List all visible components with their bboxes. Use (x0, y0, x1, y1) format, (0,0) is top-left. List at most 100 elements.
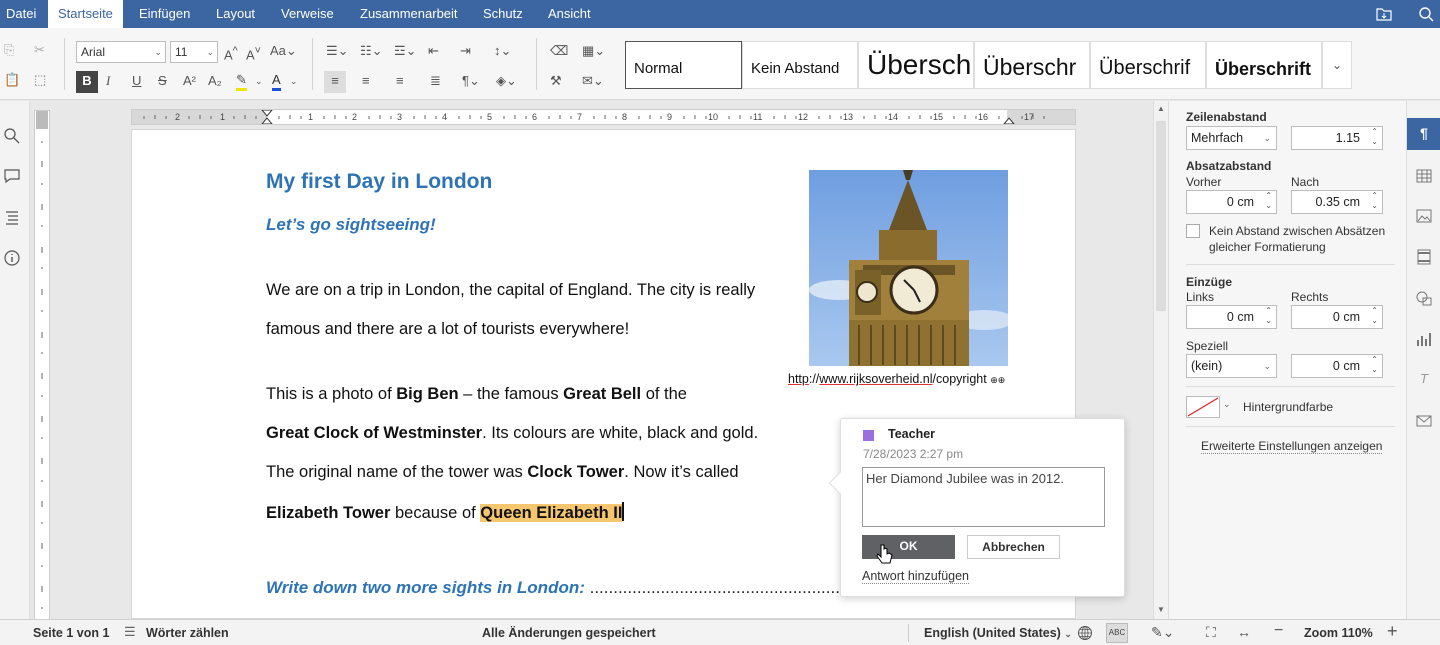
paragraph-line[interactable]: This is a photo of Big Ben – the famous … (266, 385, 687, 404)
fit-page-icon[interactable]: ⛶ (1206, 624, 1216, 641)
mail-merge-icon[interactable] (1415, 412, 1433, 430)
shrink-font-button[interactable]: A˅ (246, 41, 261, 65)
fit-width-icon[interactable]: ↔ (1237, 624, 1251, 640)
line-spacing-value-input[interactable]: 1.15 ⌃ ⌄ (1291, 126, 1383, 150)
paragraph-line[interactable]: famous and there are a lot of tourists e… (266, 320, 629, 339)
multilevel-list-icon[interactable]: ☲⌄ (394, 41, 417, 61)
navigation-icon[interactable] (3, 208, 21, 226)
highlight-dropdown-icon[interactable]: ⌄ (255, 71, 263, 91)
zoom-out-button[interactable]: − (1274, 622, 1283, 640)
style-kein-abstand[interactable]: Kein Abstand (742, 41, 858, 89)
style-heading-4[interactable]: Überschrift (1206, 41, 1322, 89)
font-name-select[interactable]: Arial ⌄ (76, 41, 166, 63)
tab-datei[interactable]: Datei (0, 0, 46, 28)
bullet-list-icon[interactable]: ☰⌄ (326, 41, 349, 61)
comment-textarea[interactable]: Her Diamond Jubilee was in 2012. (862, 467, 1105, 527)
justify-icon[interactable]: ≣ (430, 71, 441, 91)
copy-icon[interactable]: ⎘ (4, 40, 14, 60)
document-subtitle[interactable]: Let’s go sightseeing! (266, 215, 436, 235)
style-heading-1[interactable]: Übersch (858, 41, 974, 89)
grow-font-button[interactable]: A^ (224, 41, 238, 65)
superscript-button[interactable]: A² (183, 71, 196, 91)
no-space-checkbox[interactable] (1186, 224, 1200, 238)
add-reply-link[interactable]: Antwort hinzufügen (862, 569, 970, 584)
style-heading-3[interactable]: Überschrif (1090, 41, 1206, 89)
paragraph-line[interactable]: Elizabeth Tower because of Queen Elizabe… (266, 502, 625, 523)
change-case-button[interactable]: Aa⌄ (270, 41, 297, 61)
subscript-button[interactable]: A₂ (208, 71, 222, 91)
borders-icon[interactable]: ▦⌄ (582, 41, 605, 61)
paragraph-line[interactable]: We are on a trip in London, the capital … (266, 281, 755, 300)
align-right-icon[interactable]: ≡ (396, 71, 404, 91)
word-count-button[interactable]: Wörter zählen (146, 626, 229, 640)
cancel-button[interactable]: Abbrechen (967, 535, 1060, 559)
special-indent-input[interactable]: 0 cm ⌃ ⌄ (1291, 354, 1383, 378)
decrease-indent-icon[interactable]: ⇤ (428, 41, 439, 61)
indent-right-input[interactable]: 0 cm ⌃ ⌄ (1291, 305, 1383, 329)
paragraph-line[interactable]: Great Clock of Westminster. Its colours … (266, 424, 758, 443)
shading-icon[interactable]: ◈⌄ (496, 71, 517, 91)
big-ben-photo[interactable] (809, 170, 1008, 366)
image-settings-icon[interactable] (1415, 207, 1433, 225)
tab-startseite[interactable]: Startseite (48, 0, 123, 28)
spacing-before-input[interactable]: 0 cm ⌃ ⌄ (1186, 190, 1277, 214)
style-heading-2[interactable]: Überschr (974, 41, 1090, 89)
mail-icon[interactable]: ✉⌄ (582, 71, 604, 91)
tab-einfuegen[interactable]: Einfügen (129, 0, 200, 28)
scroll-thumb[interactable] (1156, 121, 1166, 311)
folder-icon[interactable] (1376, 6, 1392, 22)
chart-settings-icon[interactable] (1415, 330, 1433, 348)
comment-icon[interactable] (3, 167, 21, 185)
track-changes-icon[interactable]: ✎⌄ (1151, 624, 1174, 641)
globe-icon[interactable] (1077, 625, 1093, 641)
special-indent-select[interactable]: (kein) ⌄ (1186, 354, 1277, 378)
word-count-icon[interactable]: ☰ (124, 624, 136, 640)
image-caption-link[interactable]: http://www.rijksoverheid.nl/copyright ⊕⊕ (788, 372, 1005, 386)
paragraph-marks-icon[interactable]: ¶⌄ (462, 71, 480, 91)
styles-expand-icon[interactable]: ⌄ (1322, 41, 1352, 89)
paragraph-line[interactable]: The original name of the tower was Clock… (266, 463, 739, 482)
advanced-settings-link[interactable]: Erweiterte Einstellungen anzeigen (1201, 439, 1383, 454)
vertical-scrollbar[interactable]: ▲ ▼ (1153, 101, 1168, 619)
spellcheck-icon[interactable]: ABC (1106, 623, 1128, 643)
tab-schutz[interactable]: Schutz (473, 0, 533, 28)
color-dropdown-icon[interactable]: ⌄ (1223, 399, 1231, 410)
search-icon[interactable] (3, 127, 21, 145)
tab-zusammenarbeit[interactable]: Zusammenarbeit (350, 0, 468, 28)
zoom-level[interactable]: Zoom 110% (1304, 626, 1373, 640)
text-art-icon[interactable]: T (1415, 371, 1433, 389)
paste-icon[interactable]: 📋 (4, 70, 20, 90)
search-icon[interactable] (1418, 6, 1434, 22)
font-size-select[interactable]: 11 ⌄ (170, 41, 218, 63)
font-color-dropdown-icon[interactable]: ⌄ (290, 71, 298, 91)
increase-indent-icon[interactable]: ⇥ (460, 41, 471, 61)
tab-verweise[interactable]: Verweise (271, 0, 344, 28)
format-painter-icon[interactable]: ⚒ (550, 71, 562, 91)
cut-icon[interactable]: ✂ (34, 40, 45, 60)
info-icon[interactable] (3, 249, 21, 267)
shape-settings-icon[interactable] (1415, 289, 1433, 307)
bold-button[interactable]: B (76, 71, 98, 93)
strikethrough-button[interactable]: S (158, 71, 167, 91)
scroll-down-icon[interactable]: ▼ (1157, 605, 1165, 614)
task-line[interactable]: Write down two more sights in London: ..… (266, 578, 859, 598)
commented-text-highlight[interactable]: Queen Elizabeth II (480, 504, 623, 522)
select-icon[interactable]: ⬚ (34, 70, 46, 90)
scroll-up-icon[interactable]: ▲ (1157, 104, 1165, 113)
highlight-color-button[interactable]: ✎ (236, 71, 247, 91)
font-color-button[interactable]: A (272, 71, 281, 91)
underline-button[interactable]: U (132, 71, 141, 91)
zoom-in-button[interactable]: + (1387, 621, 1398, 642)
italic-button[interactable]: I (106, 71, 110, 91)
tab-ansicht[interactable]: Ansicht (538, 0, 601, 28)
style-normal[interactable]: Normal (625, 41, 742, 89)
align-center-icon[interactable]: ≡ (362, 71, 370, 91)
align-left-icon[interactable]: ≡ (324, 71, 346, 93)
document-title[interactable]: My first Day in London (266, 170, 492, 194)
header-footer-icon[interactable] (1415, 248, 1433, 266)
paragraph-settings-icon[interactable]: ¶ (1415, 125, 1433, 143)
tab-layout[interactable]: Layout (206, 0, 265, 28)
table-settings-icon[interactable] (1415, 167, 1433, 185)
background-color-picker[interactable] (1186, 396, 1220, 418)
line-spacing-mode-select[interactable]: Mehrfach ⌄ (1186, 126, 1277, 150)
